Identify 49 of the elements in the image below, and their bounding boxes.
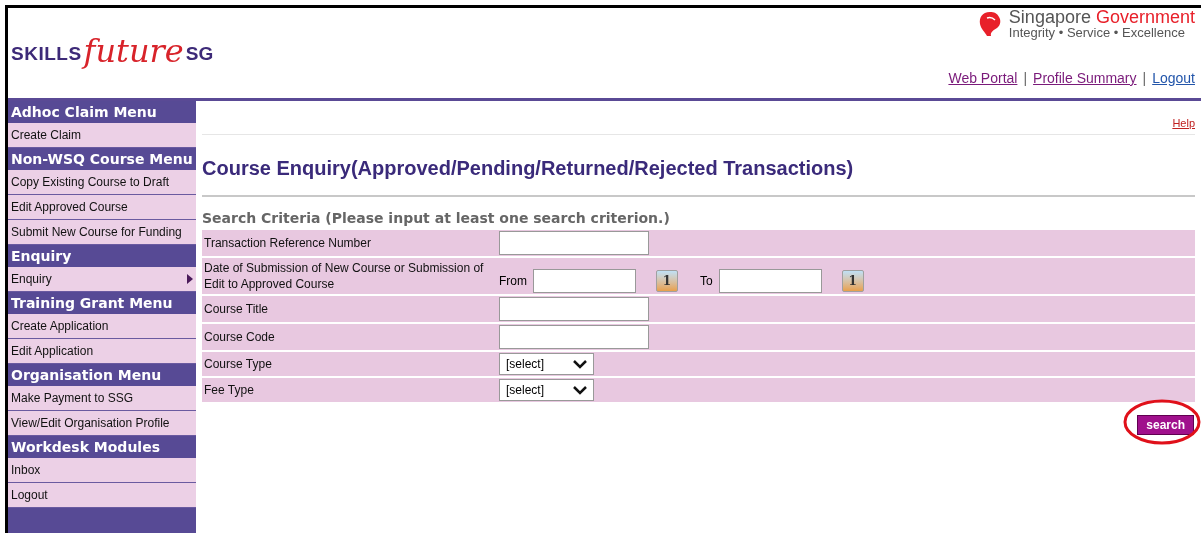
calendar-icon[interactable]: 1 [656, 269, 678, 292]
link-separator: | [1023, 69, 1028, 88]
to-label: To [700, 272, 713, 290]
page-title: Course Enquiry(Approved/Pending/Returned/Rejected Transactions) [202, 155, 855, 181]
menu-heading: Adhoc Claim Menu [10, 103, 158, 122]
menu-item[interactable]: Submit New Course for Funding [8, 220, 196, 245]
menu-item[interactable]: Edit Approved Course [8, 195, 196, 220]
menu-item[interactable]: Copy Existing Course to Draft [8, 170, 196, 195]
menu-heading: Workdesk Modules [10, 438, 161, 457]
menu-item[interactable]: Make Payment to SSG [8, 386, 196, 411]
menu-heading: Enquiry [10, 247, 73, 266]
menu-item[interactable]: Edit Application [8, 339, 196, 364]
menu-heading: Non-WSQ Course Menu [10, 150, 194, 169]
skillsfuture-logo: SKILLSfutureSG [10, 31, 214, 68]
header-link[interactable]: Web Portal [948, 68, 1018, 89]
calendar-icon[interactable]: 1 [841, 269, 864, 292]
text-field[interactable] [499, 230, 649, 255]
government-name: Singapore Government [1008, 8, 1195, 26]
chevron-down-icon [573, 358, 587, 369]
menu-item[interactable]: View/Edit Organisation Profile [8, 411, 196, 436]
to-date-field[interactable] [718, 268, 822, 293]
from-date-field[interactable] [533, 268, 636, 293]
header-link[interactable]: Logout [1152, 68, 1195, 89]
text-field[interactable] [499, 324, 649, 349]
menu-heading: Training Grant Menu [10, 294, 174, 313]
menu-item[interactable]: Inbox [8, 458, 196, 483]
search-button[interactable]: search [1137, 414, 1194, 435]
field-label: Course Title [204, 300, 270, 317]
criteria-heading: Search Criteria (Please input at least one search criterion.) [202, 208, 671, 228]
menu-item[interactable]: Create Application [8, 314, 196, 339]
field-label: Fee Type [204, 381, 255, 398]
from-label: From [499, 272, 527, 290]
menu-item[interactable]: Enquiry [8, 267, 196, 292]
select-dropdown[interactable]: [select] [499, 352, 594, 375]
menu-heading: Organisation Menu [10, 366, 163, 385]
menu-item[interactable]: Logout [8, 483, 196, 508]
field-label: Course Type [204, 355, 273, 372]
header-link[interactable]: Profile Summary [1033, 68, 1137, 89]
menu-item[interactable]: Create Claim [8, 123, 196, 148]
link-separator: | [1142, 69, 1147, 88]
text-field[interactable] [499, 296, 649, 321]
field-label: Date of Submission of New Course or Submission of Edit to Approved Course [204, 259, 485, 292]
field-label: Transaction Reference Number [204, 234, 372, 251]
chevron-down-icon [573, 384, 587, 395]
help-link[interactable]: Help [1172, 115, 1195, 132]
submenu-arrow-icon [187, 274, 193, 284]
field-label: Course Code [204, 328, 276, 345]
select-dropdown[interactable]: [select] [499, 378, 594, 401]
government-tagline: Integrity • Service • Excellence [1008, 26, 1185, 40]
